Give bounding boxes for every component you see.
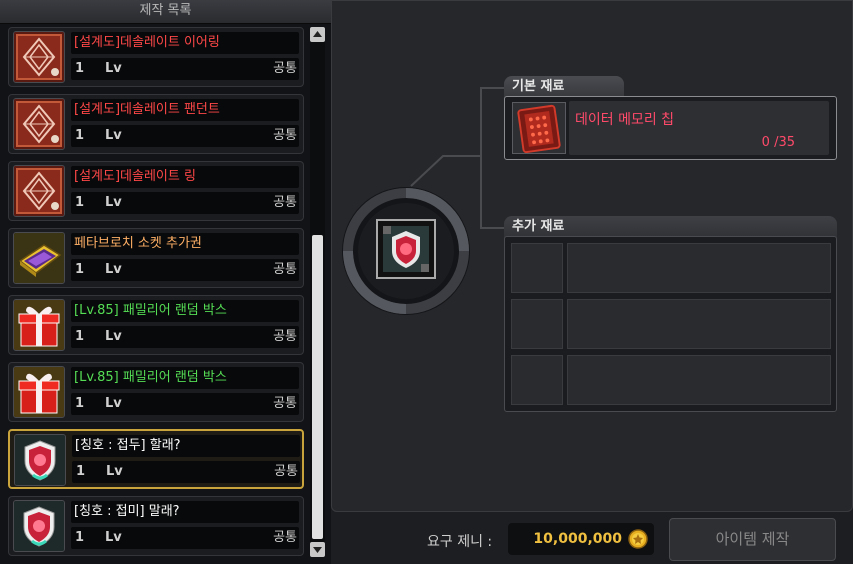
zeni-value: 10,000,000 <box>533 531 622 547</box>
item-class: 공통 <box>273 195 297 210</box>
base-material-count: 0 /35 <box>761 135 795 150</box>
item-level: Lv <box>105 262 122 277</box>
extra-material-slot <box>511 243 831 293</box>
item-level: Lv <box>105 195 122 210</box>
item-name: [칭호 : 접미] 말래? <box>71 501 299 523</box>
craft-list-item[interactable]: [설계도]데솔레이트 이어링 1 Lv 공통 <box>8 27 304 87</box>
craft-list-item[interactable]: [칭호 : 접두] 할래? 1 Lv 공통 <box>8 429 304 489</box>
craft-list: [설계도]데솔레이트 이어링 1 Lv 공통 [설계도]데솔레이트 팬던트 1 Lv 공통 [설… <box>8 27 304 557</box>
craft-detail-panel: 기본 재료 데이터 메모리 칩 0 /35 추가 재료 요구 제니: 10,0… <box>331 0 853 564</box>
craft-list-item[interactable]: 페타브로치 소켓 추가권 1 Lv 공통 <box>8 228 304 288</box>
blueprint-icon <box>13 98 65 150</box>
item-info: 1 Lv 공통 <box>71 192 299 214</box>
item-class: 공통 <box>274 464 298 479</box>
item-info: 1 Lv 공통 <box>71 259 299 281</box>
zeni-label: 요구 제니 : <box>427 534 493 550</box>
extra-material-slot <box>511 299 831 349</box>
craft-list-panel: 제작 목록 [설계도]데솔레이트 이어링 1 Lv 공통 [설계도]데솔레이트 팬던트 1… <box>0 0 331 564</box>
item-count: 1 <box>75 262 85 277</box>
item-count: 1 <box>75 329 85 344</box>
base-material-name: 데이터 메모리 칩 <box>575 112 675 128</box>
item-info: 1 Lv 공통 <box>71 326 299 348</box>
extra-material-name-slot <box>567 355 831 405</box>
item-count: 1 <box>75 396 85 411</box>
item-name: [Lv.85] 패밀리어 랜덤 박스 <box>71 367 299 389</box>
craft-list-title: 제작 목록 <box>0 0 331 24</box>
gift-box-icon <box>13 366 65 418</box>
item-class: 공통 <box>273 262 297 277</box>
item-count: 1 <box>75 128 85 143</box>
scroll-down-button[interactable] <box>310 542 325 557</box>
item-level: Lv <box>105 61 122 76</box>
blueprint-icon <box>13 31 65 83</box>
scroll-thumb[interactable] <box>312 235 323 539</box>
socket-ticket-icon <box>13 232 65 284</box>
extra-material-box <box>504 236 837 412</box>
item-class: 공통 <box>273 396 297 411</box>
scrollbar[interactable] <box>310 27 325 557</box>
craft-list-item[interactable]: [설계도]데솔레이트 팬던트 1 Lv 공통 <box>8 94 304 154</box>
item-level: Lv <box>105 396 122 411</box>
craft-list-item[interactable]: [Lv.85] 패밀리어 랜덤 박스 1 Lv 공통 <box>8 295 304 355</box>
item-info: 1 Lv 공통 <box>72 461 300 483</box>
item-level: Lv <box>105 530 122 545</box>
item-class: 공통 <box>273 128 297 143</box>
item-info: 1 Lv 공통 <box>71 393 299 415</box>
item-name: 페타브로치 소켓 추가권 <box>71 233 299 255</box>
zeni-cost-box: 10,000,000 <box>508 523 654 555</box>
gift-box-icon <box>13 299 65 351</box>
base-material-box: 데이터 메모리 칩 0 /35 <box>504 96 837 160</box>
item-level: Lv <box>106 464 123 479</box>
item-count: 1 <box>75 195 85 210</box>
extra-material-name-slot <box>567 243 831 293</box>
blueprint-icon <box>13 165 65 217</box>
craft-list-item[interactable]: [칭호 : 접미] 말래? 1 Lv 공통 <box>8 496 304 556</box>
base-material-tab: 기본 재료 <box>504 76 624 98</box>
base-material-info: 데이터 메모리 칩 0 /35 <box>569 101 829 155</box>
scroll-up-button[interactable] <box>310 27 325 42</box>
craft-list-item[interactable]: [설계도]데솔레이트 링 1 Lv 공통 <box>8 161 304 221</box>
item-level: Lv <box>105 128 122 143</box>
item-name: [설계도]데솔레이트 링 <box>71 166 299 188</box>
extra-material-tab: 추가 재료 <box>504 216 837 238</box>
zeni-coin-icon <box>628 529 648 549</box>
title-medal-icon <box>13 500 65 552</box>
craft-list-item[interactable]: [Lv.85] 패밀리어 랜덤 박스 1 Lv 공통 <box>8 362 304 422</box>
extra-material-name-slot <box>567 299 831 349</box>
item-class: 공통 <box>273 61 297 76</box>
item-info: 1 Lv 공통 <box>71 527 299 549</box>
result-item-icon[interactable] <box>375 218 437 280</box>
memory-chip-icon[interactable] <box>512 102 566 154</box>
item-name: [Lv.85] 패밀리어 랜덤 박스 <box>71 300 299 322</box>
extra-material-icon-slot[interactable] <box>511 243 563 293</box>
item-info: 1 Lv 공통 <box>71 58 299 80</box>
item-count: 1 <box>75 61 85 76</box>
item-name: [칭호 : 접두] 할래? <box>72 435 300 457</box>
item-class: 공통 <box>273 329 297 344</box>
title-medal-icon <box>14 434 66 486</box>
item-info: 1 Lv 공통 <box>71 125 299 147</box>
item-count: 1 <box>75 530 85 545</box>
crafting-window: 제작 목록 [설계도]데솔레이트 이어링 1 Lv 공통 [설계도]데솔레이트 팬던트 1… <box>0 0 853 564</box>
extra-material-slot <box>511 355 831 405</box>
item-name: [설계도]데솔레이트 이어링 <box>71 32 299 54</box>
item-level: Lv <box>105 329 122 344</box>
craft-item-button[interactable]: 아이템 제작 <box>669 518 836 561</box>
item-count: 1 <box>76 464 86 479</box>
extra-material-icon-slot[interactable] <box>511 355 563 405</box>
extra-material-icon-slot[interactable] <box>511 299 563 349</box>
item-name: [설계도]데솔레이트 팬던트 <box>71 99 299 121</box>
item-class: 공통 <box>273 530 297 545</box>
